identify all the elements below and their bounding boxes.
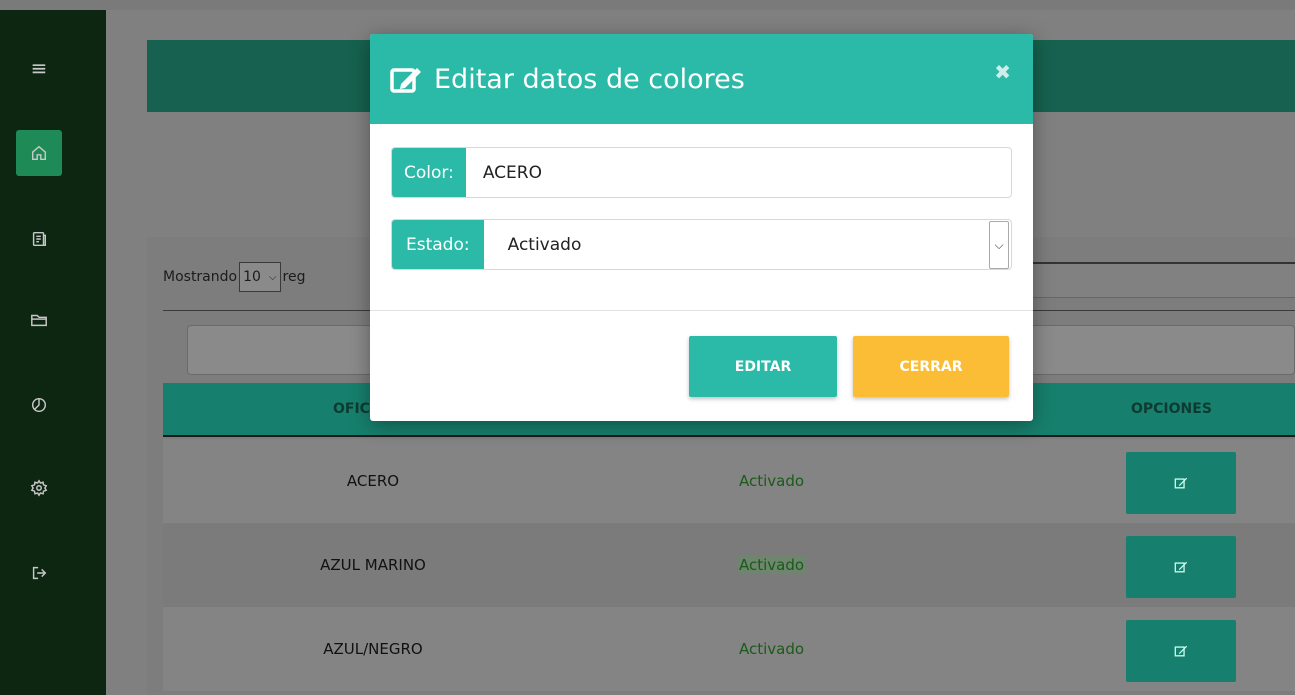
color-input[interactable]: ACERO bbox=[466, 148, 1011, 197]
edit-icon bbox=[1174, 561, 1188, 573]
close-icon[interactable]: ✖ bbox=[994, 60, 1011, 84]
color-label: Color: bbox=[392, 148, 466, 197]
chevron-down-icon[interactable]: ⌵ bbox=[989, 221, 1009, 269]
length-value: 10 bbox=[243, 269, 261, 285]
edit-button[interactable]: EDITAR bbox=[689, 336, 837, 397]
gear-icon[interactable] bbox=[16, 465, 62, 511]
length-control: Mostrando 10 ⌵ reg bbox=[163, 262, 305, 292]
table-row: AZUL MARINO Activado bbox=[163, 523, 1295, 607]
modal-title: Editar datos de colores bbox=[434, 63, 745, 95]
modal-divider bbox=[370, 310, 1033, 311]
row-name: AZUL MARINO bbox=[320, 556, 426, 574]
estado-field: Estado: Activado ⌵ bbox=[391, 219, 1012, 270]
chart-pie-icon[interactable] bbox=[16, 382, 62, 428]
chevron-down-icon: ⌵ bbox=[268, 271, 277, 283]
color-field: Color: ACERO bbox=[391, 147, 1012, 198]
row-state: Activado bbox=[738, 556, 806, 574]
header-name: OFIC bbox=[333, 401, 370, 417]
edit-row-button[interactable] bbox=[1126, 620, 1236, 682]
length-suffix: reg bbox=[282, 269, 306, 285]
row-name: AZUL/NEGRO bbox=[323, 640, 423, 658]
table-row: ACERO Activado bbox=[163, 439, 1295, 523]
menu-icon[interactable]: ≡ bbox=[16, 45, 62, 91]
edit-icon bbox=[390, 68, 421, 93]
home-icon[interactable] bbox=[16, 130, 62, 176]
modal-header: Editar datos de colores ✖ bbox=[370, 34, 1033, 124]
table-row: AZUL/NEGRO Activado bbox=[163, 607, 1295, 691]
row-name: ACERO bbox=[346, 472, 400, 490]
header-options: OPCIONES bbox=[1131, 401, 1212, 417]
edit-icon bbox=[1174, 477, 1188, 489]
logout-icon[interactable] bbox=[16, 550, 62, 596]
document-icon[interactable] bbox=[16, 216, 62, 262]
length-select[interactable]: 10 ⌵ bbox=[239, 262, 281, 292]
length-prefix: Mostrando bbox=[163, 269, 238, 285]
estado-select[interactable]: Activado bbox=[484, 220, 989, 269]
edit-row-button[interactable] bbox=[1126, 536, 1236, 598]
search-input[interactable] bbox=[1030, 262, 1295, 298]
top-strip bbox=[0, 0, 106, 10]
edit-icon bbox=[1174, 645, 1188, 657]
close-button[interactable]: CERRAR bbox=[853, 336, 1009, 397]
sidebar: ≡ bbox=[0, 10, 106, 695]
edit-row-button[interactable] bbox=[1126, 452, 1236, 514]
row-state: Activado bbox=[739, 640, 805, 658]
folder-icon[interactable] bbox=[16, 297, 62, 343]
edit-color-modal: Editar datos de colores ✖ Color: ACERO E… bbox=[370, 34, 1033, 421]
estado-label: Estado: bbox=[392, 220, 484, 269]
row-state: Activado bbox=[739, 472, 805, 490]
